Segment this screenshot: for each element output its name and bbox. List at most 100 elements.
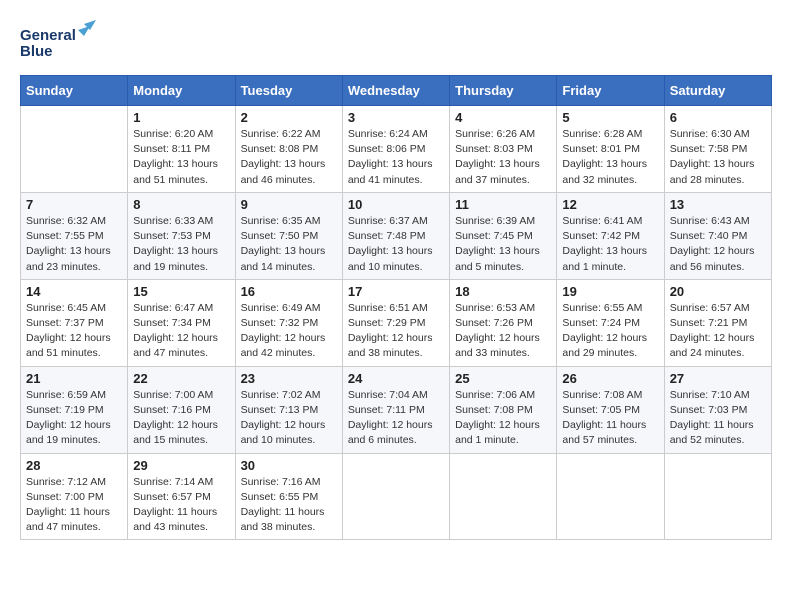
- day-number: 16: [241, 284, 337, 299]
- day-number: 23: [241, 371, 337, 386]
- day-info: Sunrise: 7:02 AMSunset: 7:13 PMDaylight:…: [241, 388, 337, 449]
- calendar-cell: [450, 453, 557, 540]
- day-number: 29: [133, 458, 229, 473]
- day-info: Sunrise: 6:26 AMSunset: 8:03 PMDaylight:…: [455, 127, 551, 188]
- day-header-saturday: Saturday: [664, 76, 771, 106]
- calendar-cell: 26 Sunrise: 7:08 AMSunset: 7:05 PMDayligh…: [557, 366, 664, 453]
- calendar-cell: 11 Sunrise: 6:39 AMSunset: 7:45 PMDayligh…: [450, 192, 557, 279]
- days-header-row: SundayMondayTuesdayWednesdayThursdayFrid…: [21, 76, 772, 106]
- calendar-cell: 22 Sunrise: 7:00 AMSunset: 7:16 PMDayligh…: [128, 366, 235, 453]
- day-number: 7: [26, 197, 122, 212]
- day-number: 13: [670, 197, 766, 212]
- day-info: Sunrise: 6:55 AMSunset: 7:24 PMDaylight:…: [562, 301, 658, 362]
- calendar-cell: 29 Sunrise: 7:14 AMSunset: 6:57 PMDayligh…: [128, 453, 235, 540]
- day-number: 5: [562, 110, 658, 125]
- day-header-friday: Friday: [557, 76, 664, 106]
- day-number: 21: [26, 371, 122, 386]
- day-number: 9: [241, 197, 337, 212]
- calendar-cell: 18 Sunrise: 6:53 AMSunset: 7:26 PMDayligh…: [450, 279, 557, 366]
- calendar-cell: 1Sunrise: 6:20 AMSunset: 8:11 PMDaylight…: [128, 106, 235, 193]
- day-info: Sunrise: 6:28 AMSunset: 8:01 PMDaylight:…: [562, 127, 658, 188]
- day-info: Sunrise: 6:35 AMSunset: 7:50 PMDaylight:…: [241, 214, 337, 275]
- day-number: 10: [348, 197, 444, 212]
- day-number: 19: [562, 284, 658, 299]
- day-number: 30: [241, 458, 337, 473]
- day-info: Sunrise: 6:39 AMSunset: 7:45 PMDaylight:…: [455, 214, 551, 275]
- calendar-cell: 3 Sunrise: 6:24 AMSunset: 8:06 PMDaylight…: [342, 106, 449, 193]
- calendar-cell: 30 Sunrise: 7:16 AMSunset: 6:55 PMDayligh…: [235, 453, 342, 540]
- calendar-cell: 13 Sunrise: 6:43 AMSunset: 7:40 PMDayligh…: [664, 192, 771, 279]
- day-number: 14: [26, 284, 122, 299]
- day-info: Sunrise: 6:41 AMSunset: 7:42 PMDaylight:…: [562, 214, 658, 275]
- week-row-4: 21 Sunrise: 6:59 AMSunset: 7:19 PMDayligh…: [21, 366, 772, 453]
- day-number: 3: [348, 110, 444, 125]
- day-info: Sunrise: 7:00 AMSunset: 7:16 PMDaylight:…: [133, 388, 229, 449]
- day-info: Sunrise: 6:59 AMSunset: 7:19 PMDaylight:…: [26, 388, 122, 449]
- calendar-cell: 16 Sunrise: 6:49 AMSunset: 7:32 PMDayligh…: [235, 279, 342, 366]
- day-info: Sunrise: 7:08 AMSunset: 7:05 PMDaylight:…: [562, 388, 658, 449]
- calendar-cell: 27Sunrise: 7:10 AMSunset: 7:03 PMDayligh…: [664, 366, 771, 453]
- calendar-cell: 23 Sunrise: 7:02 AMSunset: 7:13 PMDayligh…: [235, 366, 342, 453]
- calendar-cell: [557, 453, 664, 540]
- calendar-cell: 2 Sunrise: 6:22 AMSunset: 8:08 PMDaylight…: [235, 106, 342, 193]
- calendar-cell: 17Sunrise: 6:51 AMSunset: 7:29 PMDayligh…: [342, 279, 449, 366]
- day-header-sunday: Sunday: [21, 76, 128, 106]
- svg-text:Blue: Blue: [20, 43, 53, 60]
- day-info: Sunrise: 6:37 AMSunset: 7:48 PMDaylight:…: [348, 214, 444, 275]
- page-header: GeneralBlue: [20, 20, 772, 65]
- day-number: 6: [670, 110, 766, 125]
- day-info: Sunrise: 6:32 AMSunset: 7:55 PMDaylight:…: [26, 214, 122, 275]
- calendar-cell: 19 Sunrise: 6:55 AMSunset: 7:24 PMDayligh…: [557, 279, 664, 366]
- day-header-tuesday: Tuesday: [235, 76, 342, 106]
- day-info: Sunrise: 7:16 AMSunset: 6:55 PMDaylight:…: [241, 475, 337, 536]
- day-info: Sunrise: 7:14 AMSunset: 6:57 PMDaylight:…: [133, 475, 229, 536]
- calendar-cell: 5 Sunrise: 6:28 AMSunset: 8:01 PMDaylight…: [557, 106, 664, 193]
- calendar-cell: 25 Sunrise: 7:06 AMSunset: 7:08 PMDayligh…: [450, 366, 557, 453]
- calendar-cell: 12 Sunrise: 6:41 AMSunset: 7:42 PMDayligh…: [557, 192, 664, 279]
- day-number: 1: [133, 110, 229, 125]
- calendar-cell: 7 Sunrise: 6:32 AMSunset: 7:55 PMDaylight…: [21, 192, 128, 279]
- day-info: Sunrise: 7:12 AMSunset: 7:00 PMDaylight:…: [26, 475, 122, 536]
- day-number: 26: [562, 371, 658, 386]
- day-info: Sunrise: 6:22 AMSunset: 8:08 PMDaylight:…: [241, 127, 337, 188]
- day-number: 2: [241, 110, 337, 125]
- week-row-2: 7 Sunrise: 6:32 AMSunset: 7:55 PMDaylight…: [21, 192, 772, 279]
- day-info: Sunrise: 6:24 AMSunset: 8:06 PMDaylight:…: [348, 127, 444, 188]
- day-info: Sunrise: 7:10 AMSunset: 7:03 PMDaylight:…: [670, 388, 766, 449]
- day-number: 22: [133, 371, 229, 386]
- calendar-cell: 4 Sunrise: 6:26 AMSunset: 8:03 PMDaylight…: [450, 106, 557, 193]
- day-info: Sunrise: 6:57 AMSunset: 7:21 PMDaylight:…: [670, 301, 766, 362]
- day-number: 18: [455, 284, 551, 299]
- calendar-cell: 8 Sunrise: 6:33 AMSunset: 7:53 PMDaylight…: [128, 192, 235, 279]
- day-info: Sunrise: 6:49 AMSunset: 7:32 PMDaylight:…: [241, 301, 337, 362]
- day-number: 12: [562, 197, 658, 212]
- day-number: 20: [670, 284, 766, 299]
- calendar-cell: 15 Sunrise: 6:47 AMSunset: 7:34 PMDayligh…: [128, 279, 235, 366]
- day-number: 28: [26, 458, 122, 473]
- logo: GeneralBlue: [20, 20, 100, 65]
- calendar-cell: 21 Sunrise: 6:59 AMSunset: 7:19 PMDayligh…: [21, 366, 128, 453]
- day-info: Sunrise: 6:47 AMSunset: 7:34 PMDaylight:…: [133, 301, 229, 362]
- day-number: 8: [133, 197, 229, 212]
- day-info: Sunrise: 6:30 AMSunset: 7:58 PMDaylight:…: [670, 127, 766, 188]
- week-row-1: 1Sunrise: 6:20 AMSunset: 8:11 PMDaylight…: [21, 106, 772, 193]
- day-info: Sunrise: 6:45 AMSunset: 7:37 PMDaylight:…: [26, 301, 122, 362]
- day-number: 25: [455, 371, 551, 386]
- calendar-cell: 6 Sunrise: 6:30 AMSunset: 7:58 PMDaylight…: [664, 106, 771, 193]
- calendar-table: SundayMondayTuesdayWednesdayThursdayFrid…: [20, 75, 772, 540]
- day-info: Sunrise: 6:53 AMSunset: 7:26 PMDaylight:…: [455, 301, 551, 362]
- calendar-cell: 10 Sunrise: 6:37 AMSunset: 7:48 PMDayligh…: [342, 192, 449, 279]
- day-info: Sunrise: 7:06 AMSunset: 7:08 PMDaylight:…: [455, 388, 551, 449]
- day-number: 4: [455, 110, 551, 125]
- calendar-cell: [664, 453, 771, 540]
- calendar-cell: 20 Sunrise: 6:57 AMSunset: 7:21 PMDayligh…: [664, 279, 771, 366]
- day-number: 15: [133, 284, 229, 299]
- calendar-cell: 14 Sunrise: 6:45 AMSunset: 7:37 PMDayligh…: [21, 279, 128, 366]
- calendar-cell: [342, 453, 449, 540]
- day-number: 17: [348, 284, 444, 299]
- day-header-wednesday: Wednesday: [342, 76, 449, 106]
- day-number: 24: [348, 371, 444, 386]
- day-number: 11: [455, 197, 551, 212]
- day-info: Sunrise: 6:33 AMSunset: 7:53 PMDaylight:…: [133, 214, 229, 275]
- day-info: Sunrise: 6:43 AMSunset: 7:40 PMDaylight:…: [670, 214, 766, 275]
